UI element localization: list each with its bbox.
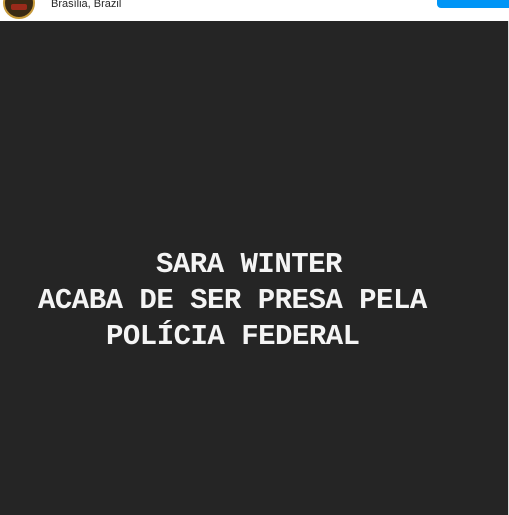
- caption-line: POLÍCIA FEDERAL: [106, 320, 360, 353]
- post-image[interactable]: SARA WINTER ACABA DE SER PRESA PELA POLÍ…: [0, 21, 509, 515]
- post-header: Brasília, Brazil: [0, 0, 509, 21]
- location-label[interactable]: Brasília, Brazil: [51, 0, 121, 11]
- follow-button[interactable]: [437, 0, 509, 8]
- caption-line: SARA WINTER: [156, 248, 342, 281]
- profile-avatar[interactable]: [3, 0, 35, 19]
- caption-line: ACABA DE SER PRESA PELA: [38, 284, 427, 317]
